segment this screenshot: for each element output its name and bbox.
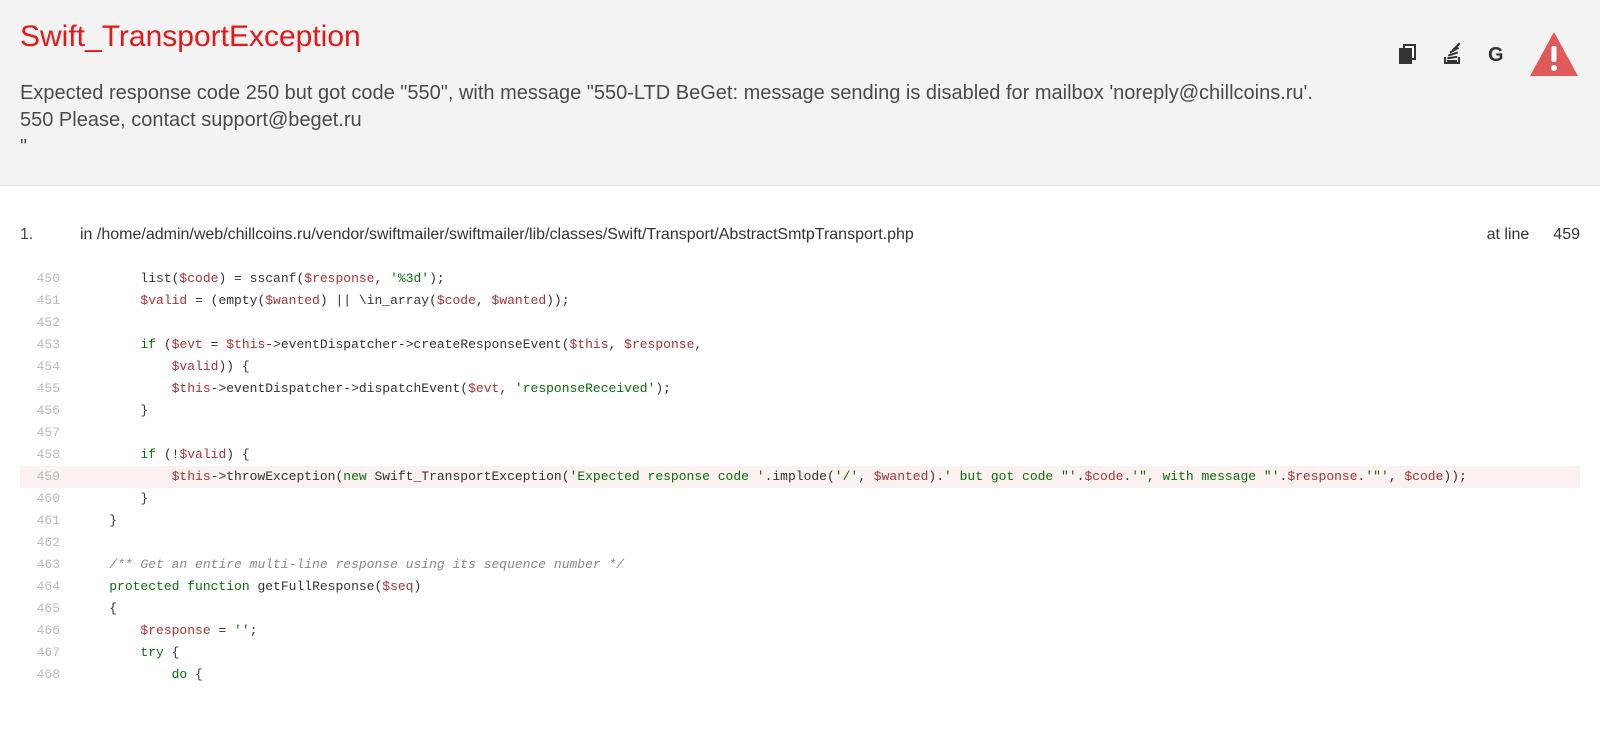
line-number: 464 (20, 576, 78, 598)
source-code-block: 450 list($code) = sscanf($response, '%3d… (20, 268, 1580, 686)
exception-title: Swift_TransportException (20, 20, 361, 54)
line-number: 459 (20, 466, 78, 488)
code-content: protected function getFullResponse($seq) (78, 576, 1580, 598)
line-number: 450 (20, 268, 78, 290)
code-content (78, 312, 1580, 334)
exception-message: Expected response code 250 but got code … (20, 80, 1400, 161)
title-row: Swift_TransportException (20, 20, 1580, 80)
code-line: 452 (20, 312, 1580, 334)
trace-file-path: /home/admin/web/chillcoins.ru/vendor/swi… (97, 226, 914, 243)
code-content: if (!$valid) { (78, 444, 1580, 466)
line-number: 461 (20, 510, 78, 532)
code-line: 451 $valid = (empty($wanted) || \in_arra… (20, 290, 1580, 312)
code-line: 467 try { (20, 642, 1580, 664)
warning-icon (1528, 28, 1580, 80)
line-number: 463 (20, 554, 78, 576)
line-number: 468 (20, 664, 78, 686)
line-number: 458 (20, 444, 78, 466)
line-number: 466 (20, 620, 78, 642)
trace-line-info: at line 459 (1487, 226, 1580, 244)
code-content: try { (78, 642, 1580, 664)
code-content: $valid)) { (78, 356, 1580, 378)
line-number: 457 (20, 422, 78, 444)
trace-in-label: in (80, 226, 92, 243)
code-content (78, 422, 1580, 444)
code-line: 457 (20, 422, 1580, 444)
code-line: 466 $response = ''; (20, 620, 1580, 642)
trace-header: 1. in /home/admin/web/chillcoins.ru/vend… (20, 226, 1580, 244)
line-number: 451 (20, 290, 78, 312)
code-line: 454 $valid)) { (20, 356, 1580, 378)
line-number: 452 (20, 312, 78, 334)
code-content: } (78, 400, 1580, 422)
code-line: 464 protected function getFullResponse($… (20, 576, 1580, 598)
code-content (78, 532, 1580, 554)
header-icons: G (1396, 28, 1580, 80)
line-number: 460 (20, 488, 78, 510)
svg-text:G: G (1488, 44, 1504, 66)
code-line: 459 $this->throwException(new Swift_Tran… (20, 466, 1580, 488)
code-line: 465 { (20, 598, 1580, 620)
google-icon[interactable]: G (1484, 42, 1508, 66)
trace-at-line-label: at line (1487, 226, 1530, 244)
code-content: $this->eventDispatcher->dispatchEvent($e… (78, 378, 1580, 400)
code-content: if ($evt = $this->eventDispatcher->creat… (78, 334, 1580, 356)
trace-line-number: 459 (1553, 226, 1580, 244)
code-content: } (78, 510, 1580, 532)
code-line: 460 } (20, 488, 1580, 510)
line-number: 465 (20, 598, 78, 620)
code-line: 458 if (!$valid) { (20, 444, 1580, 466)
line-number: 467 (20, 642, 78, 664)
trace-location: in /home/admin/web/chillcoins.ru/vendor/… (80, 226, 1487, 244)
code-line: 462 (20, 532, 1580, 554)
code-line: 453 if ($evt = $this->eventDispatcher->c… (20, 334, 1580, 356)
code-content: list($code) = sscanf($response, '%3d'); (78, 268, 1580, 290)
line-number: 455 (20, 378, 78, 400)
code-line: 456 } (20, 400, 1580, 422)
code-content: { (78, 598, 1580, 620)
line-number: 453 (20, 334, 78, 356)
stackoverflow-icon[interactable] (1440, 42, 1464, 66)
error-header: Swift_TransportException (0, 0, 1600, 186)
line-number: 454 (20, 356, 78, 378)
code-line: 468 do { (20, 664, 1580, 686)
code-line: 450 list($code) = sscanf($response, '%3d… (20, 268, 1580, 290)
copy-icon[interactable] (1396, 42, 1420, 66)
code-content: do { (78, 664, 1580, 686)
code-line: 461 } (20, 510, 1580, 532)
code-line: 463 /** Get an entire multi-line respons… (20, 554, 1580, 576)
code-content: } (78, 488, 1580, 510)
line-number: 456 (20, 400, 78, 422)
code-content: $response = ''; (78, 620, 1580, 642)
code-content: /** Get an entire multi-line response us… (78, 554, 1580, 576)
code-content: $this->throwException(new Swift_Transpor… (78, 466, 1580, 488)
code-content: $valid = (empty($wanted) || \in_array($c… (78, 290, 1580, 312)
trace-index: 1. (20, 226, 80, 244)
code-line: 455 $this->eventDispatcher->dispatchEven… (20, 378, 1580, 400)
line-number: 462 (20, 532, 78, 554)
error-body: 1. in /home/admin/web/chillcoins.ru/vend… (0, 186, 1600, 686)
